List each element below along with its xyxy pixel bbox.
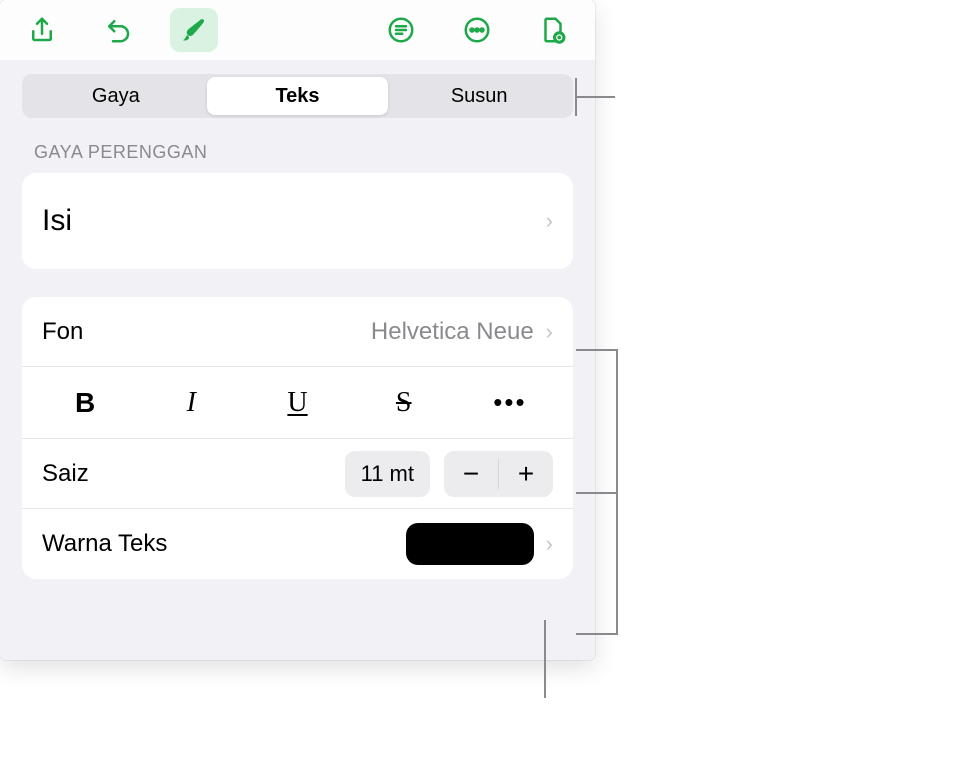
italic-button[interactable]: I	[138, 367, 244, 438]
more-styles-button[interactable]: •••	[457, 367, 563, 438]
font-label: Fon	[42, 318, 83, 346]
color-swatch[interactable]	[406, 523, 534, 565]
callout-line	[544, 620, 546, 698]
tab-bar: Gaya Teks Susun	[22, 74, 573, 118]
document-icon	[538, 15, 568, 45]
paragraph-style-row[interactable]: Isi ›	[22, 173, 573, 269]
tab-gaya[interactable]: Gaya	[25, 77, 207, 115]
font-value: Helvetica Neue	[371, 318, 534, 346]
chevron-right-icon: ›	[546, 319, 553, 345]
text-color-row[interactable]: Warna Teks ›	[22, 509, 573, 579]
undo-icon	[103, 15, 133, 45]
paragraph-icon	[386, 15, 416, 45]
more-icon	[462, 15, 492, 45]
underline-button[interactable]: U	[244, 367, 350, 438]
size-controls: 11 mt − +	[345, 451, 553, 497]
toolbar	[0, 0, 595, 60]
content-area: Gaya Teks Susun GAYA PERENGGAN Isi › Fon…	[0, 60, 595, 660]
chevron-right-icon: ›	[546, 531, 553, 557]
size-increase-button[interactable]: +	[499, 451, 553, 497]
size-decrease-button[interactable]: −	[444, 451, 498, 497]
font-row[interactable]: Fon Helvetica Neue ›	[22, 297, 573, 367]
size-stepper: − +	[444, 451, 553, 497]
tab-susun[interactable]: Susun	[388, 77, 570, 115]
share-button[interactable]	[18, 8, 66, 52]
size-label: Saiz	[42, 460, 89, 488]
format-brush-button[interactable]	[170, 8, 218, 52]
text-color-label: Warna Teks	[42, 530, 167, 558]
font-value-group: Helvetica Neue ›	[371, 318, 553, 346]
format-panel: Gaya Teks Susun GAYA PERENGGAN Isi › Fon…	[0, 0, 595, 660]
strikethrough-button[interactable]: S	[351, 367, 457, 438]
size-value[interactable]: 11 mt	[345, 451, 430, 497]
size-row: Saiz 11 mt − +	[22, 439, 573, 509]
callout-line	[576, 349, 618, 351]
paragraph-style-header: GAYA PERENGGAN	[34, 142, 561, 163]
paragraph-style-value: Isi	[42, 204, 72, 238]
undo-button[interactable]	[94, 8, 142, 52]
paragraph-style-card: Isi ›	[22, 173, 573, 269]
font-card: Fon Helvetica Neue › B I U S ••• Saiz 11…	[22, 297, 573, 579]
paragraph-styles-button[interactable]	[377, 8, 425, 52]
share-icon	[27, 15, 57, 45]
text-style-row: B I U S •••	[22, 367, 573, 439]
bold-button[interactable]: B	[32, 367, 138, 438]
text-color-value-group: ›	[406, 523, 553, 565]
brush-icon	[179, 15, 209, 45]
callout-line	[576, 633, 618, 635]
callout-line	[576, 492, 618, 494]
callout-line	[575, 96, 615, 98]
more-button[interactable]	[453, 8, 501, 52]
chevron-right-icon: ›	[546, 208, 553, 234]
document-button[interactable]	[529, 8, 577, 52]
tab-teks[interactable]: Teks	[207, 77, 389, 115]
